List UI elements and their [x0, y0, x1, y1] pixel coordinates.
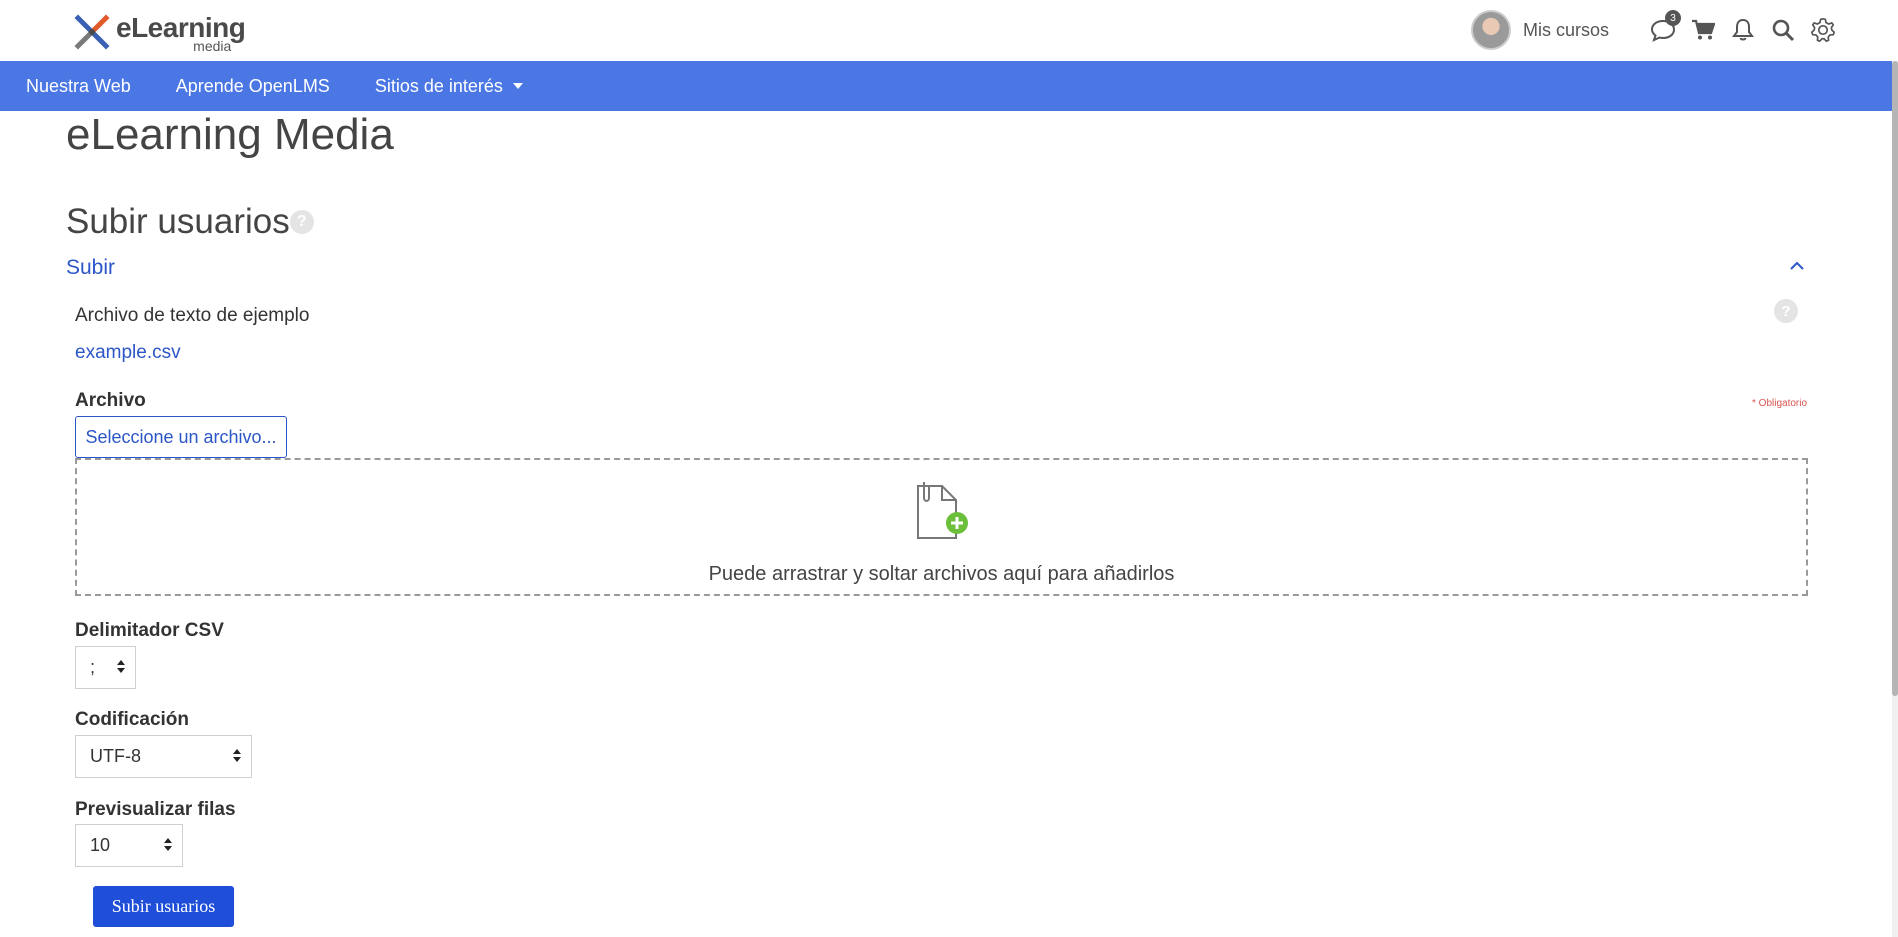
site-title: eLearning Media	[66, 110, 394, 159]
csv-delimiter-select[interactable]: ;	[75, 646, 136, 689]
nav-item-aprende-openlms[interactable]: Aprende OpenLMS	[176, 76, 330, 97]
select-arrows-icon	[117, 660, 125, 673]
choose-file-button[interactable]: Seleccione un archivo...	[75, 416, 287, 458]
dropzone-text: Puede arrastrar y soltar archivos aquí p…	[708, 563, 1175, 585]
notifications-button[interactable]	[1729, 16, 1757, 44]
page-title-text: Subir usuarios	[66, 202, 290, 241]
messages-button[interactable]: 3	[1649, 10, 1681, 44]
encoding-select[interactable]: UTF-8	[75, 735, 252, 778]
select-arrows-icon	[233, 749, 241, 762]
help-icon[interactable]: ?	[289, 210, 314, 234]
preview-rows-value: 10	[90, 835, 111, 855]
caret-down-icon	[512, 83, 523, 89]
header-tools: Mis cursos 3	[1470, 10, 1837, 50]
svg-text:?: ?	[1781, 303, 1790, 320]
nav-item-sitios-label: Sitios de interés	[374, 75, 503, 96]
cart-button[interactable]	[1689, 16, 1717, 44]
csv-delimiter-value: ;	[90, 657, 96, 677]
preview-rows-label: Previsualizar filas	[75, 799, 236, 820]
sample-file-label: Archivo de texto de ejemplo	[75, 305, 310, 326]
main-navbar: Nuestra Web Aprende OpenLMS Sitios de in…	[0, 61, 1892, 111]
select-arrows-icon	[164, 838, 172, 851]
messages-badge: 3	[1665, 10, 1681, 26]
settings-button[interactable]	[1809, 16, 1837, 44]
cart-icon	[1692, 19, 1715, 40]
required-label: Obligatorio	[1758, 398, 1808, 409]
file-add-icon	[917, 482, 968, 539]
csv-delimiter-label: Delimitador CSV	[75, 620, 224, 641]
site-logo[interactable]: eLearning media	[72, 12, 246, 54]
encoding-label: Codificación	[75, 709, 190, 730]
section-toggle-subir[interactable]: Subir	[66, 256, 115, 280]
required-note: * Obligatorio	[1752, 398, 1808, 409]
gear-icon	[1810, 17, 1836, 43]
preview-rows-select[interactable]: 10	[75, 824, 183, 867]
logo-sub-text: media	[193, 38, 232, 54]
file-field-label: Archivo	[75, 390, 146, 411]
scrollbar-thumb[interactable]	[1892, 61, 1898, 696]
avatar[interactable]	[1470, 10, 1511, 50]
help-icon[interactable]: ?	[1773, 298, 1799, 324]
mis-cursos-link[interactable]: Mis cursos	[1523, 20, 1609, 41]
nav-item-sitios-de-interes[interactable]: Sitios de interés	[375, 76, 523, 97]
top-header: eLearning media Mis cursos 3	[0, 0, 1892, 61]
upload-users-button[interactable]: Subir usuarios	[93, 886, 234, 927]
file-dropzone[interactable]: Puede arrastrar y soltar archivos aquí p…	[75, 458, 1808, 596]
bell-icon	[1732, 18, 1754, 41]
logo-text: eLearning media	[116, 12, 246, 54]
search-button[interactable]	[1769, 16, 1797, 44]
logo-mark-icon	[74, 14, 110, 50]
search-icon	[1772, 19, 1795, 42]
chevron-up-icon[interactable]	[1789, 261, 1805, 271]
page-title: Subir usuarios ?	[66, 202, 314, 242]
nav-item-nuestra-web[interactable]: Nuestra Web	[26, 76, 131, 97]
encoding-value: UTF-8	[90, 746, 141, 766]
example-csv-link[interactable]: example.csv	[75, 342, 181, 364]
